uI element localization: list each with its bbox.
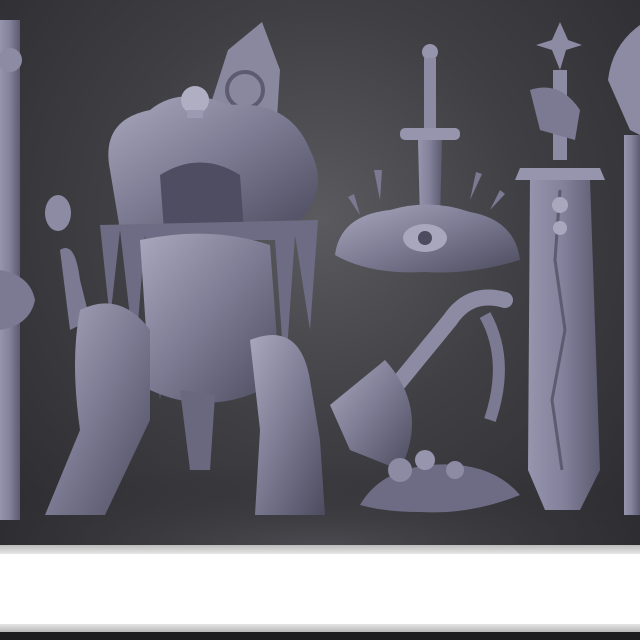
miniature-render-scene	[0, 20, 640, 545]
miniature-render-photo	[0, 0, 640, 545]
blank-caption-band	[0, 554, 640, 624]
greatsword-right	[515, 22, 605, 510]
image-frame	[0, 0, 640, 640]
dark-footer-strip	[0, 632, 640, 640]
top-divider-bar	[0, 545, 640, 554]
sword-on-eye-base	[335, 44, 520, 273]
bottom-divider-bar	[0, 624, 640, 632]
